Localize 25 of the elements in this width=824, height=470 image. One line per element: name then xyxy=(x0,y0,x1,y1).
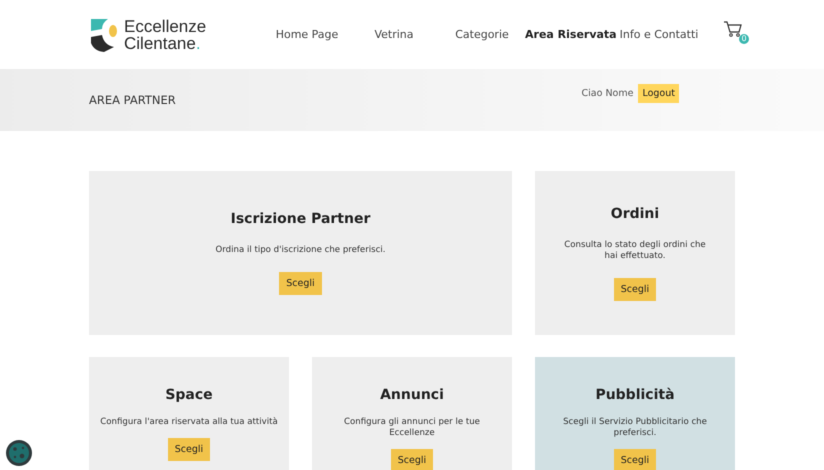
card-title: Annunci xyxy=(380,387,444,403)
card-description: Scegli il Servizio Pubblicitario che preferisci. xyxy=(562,417,708,439)
choose-button[interactable]: Scegli xyxy=(614,449,656,470)
card-description: Consulta lo stato degli ordini che hai effettuato. xyxy=(563,240,707,262)
card-title: Iscrizione Partner xyxy=(230,211,370,227)
greeting-text: Ciao Nome xyxy=(582,88,634,98)
card-description: Ordina il tipo d'iscrizione che preferisci. xyxy=(214,245,386,256)
logo-text: Cilentane. xyxy=(124,34,202,52)
nav-link[interactable]: Categorie xyxy=(439,28,525,41)
choose-button[interactable]: Scegli xyxy=(279,272,322,295)
card-description: Configura l'area riservata alla tua attività xyxy=(100,417,278,428)
card-title: Space xyxy=(165,387,213,403)
choose-button[interactable]: Scegli xyxy=(614,278,656,300)
logout-button[interactable]: Logout xyxy=(638,84,679,102)
nav-link[interactable]: Vetrina xyxy=(349,28,439,41)
card-description: Configura gli annunci per le tue Eccellenze xyxy=(343,417,481,439)
page-title: AREA PARTNER xyxy=(89,93,176,107)
card-title: Pubblicità xyxy=(595,387,675,403)
logo-icon xyxy=(90,16,118,52)
choose-button[interactable]: Scegli xyxy=(390,449,434,470)
cookie-icon[interactable] xyxy=(5,439,33,467)
choose-button[interactable]: Scegli xyxy=(168,438,210,461)
card-title: Ordini xyxy=(610,206,660,222)
nav-link[interactable]: Home Page xyxy=(265,28,349,41)
logo-text: Eccellenze xyxy=(124,18,206,34)
